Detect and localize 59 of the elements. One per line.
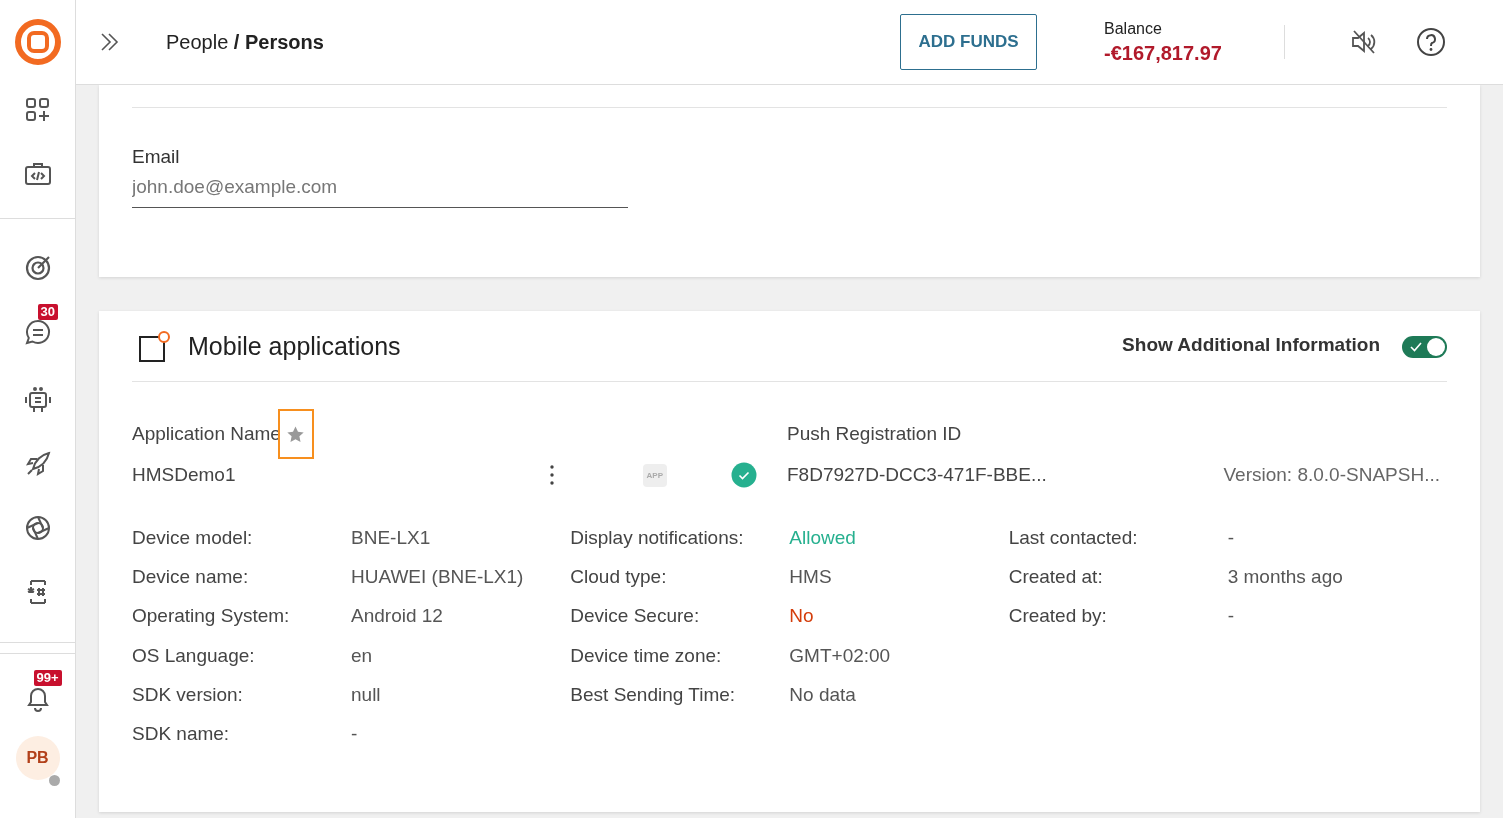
star-icon [286, 424, 306, 444]
detail-value: 3 months ago [1227, 566, 1344, 590]
app-name: HMSDemo1 [132, 464, 236, 486]
detail-value: GMT+02:00 [789, 644, 892, 668]
detail-value: null [351, 683, 382, 707]
detail-label: SDK version: [132, 683, 244, 707]
detail-value: No [789, 605, 815, 629]
detail-label: Device time zone: [570, 644, 723, 668]
detail-value: - [351, 722, 359, 746]
apps-icon[interactable] [23, 96, 52, 124]
detail-value: HMS [789, 566, 833, 590]
star-button[interactable] [277, 409, 314, 459]
detail-value: No data [789, 683, 857, 707]
detail-value: - [1227, 605, 1235, 629]
check-mark-icon [1410, 341, 1422, 352]
toggle-label: Show Additional Information [1122, 333, 1380, 356]
robot-icon[interactable] [23, 386, 52, 414]
mobile-app-icon [138, 330, 172, 363]
app-badge: APP [642, 463, 667, 487]
balance-value: -€167,817.97 [1104, 41, 1223, 65]
column-label: Push Registration ID [787, 422, 963, 446]
detail-value: Allowed [789, 527, 857, 550]
detail-label: Cloud type: [570, 566, 668, 590]
chat-badge: 30 [37, 304, 58, 320]
detail-label: Display notifications: [570, 527, 745, 550]
card-title: Mobile applications [188, 332, 401, 361]
detail-value: BNE-LX1 [351, 527, 432, 550]
chat-icon[interactable] [23, 318, 52, 346]
column-label: Application Name [132, 423, 281, 445]
breadcrumb: People / Persons [166, 30, 324, 54]
detail-label: OS Language: [132, 644, 256, 668]
detail-label: Operating System: [132, 605, 291, 629]
aperture-icon[interactable] [23, 514, 52, 542]
detail-label: SDK name: [132, 722, 231, 746]
target-icon[interactable] [23, 254, 52, 282]
app-version: Version: 8.0.0-SNAPSH... [1223, 464, 1440, 486]
detail-label: Created at: [1008, 566, 1104, 590]
logo-icon[interactable] [14, 19, 61, 65]
detail-label: Created by: [1008, 605, 1108, 629]
code-briefcase-icon[interactable] [23, 160, 52, 188]
toggle-switch[interactable] [1402, 335, 1447, 358]
balance-label: Balance [1104, 19, 1163, 38]
detail-label: Device model: [132, 527, 254, 550]
detail-label: Device name: [132, 566, 250, 590]
detail-value: HUAWEI (BNE-LX1) [351, 566, 525, 590]
detail-label: Best Sending Time: [570, 683, 737, 707]
detail-label: Last contacted: [1008, 527, 1139, 550]
add-funds-button[interactable]: ADD FUNDS [900, 14, 1037, 70]
detail-value: Android 12 [351, 605, 444, 629]
user-avatar[interactable]: PB [15, 736, 60, 780]
detail-value: en [351, 644, 374, 668]
field-label: Email [132, 146, 181, 168]
notification-badge: 99+ [33, 670, 62, 686]
help-icon[interactable] [1416, 27, 1446, 57]
more-options-icon[interactable] [548, 464, 555, 486]
email-field[interactable]: john.doe@example.com [132, 168, 628, 208]
detail-label: Device Secure: [570, 605, 701, 629]
detail-value: - [1227, 527, 1235, 550]
push-id: F8D7927D-DCC3-471F-BBE... [787, 464, 1047, 486]
